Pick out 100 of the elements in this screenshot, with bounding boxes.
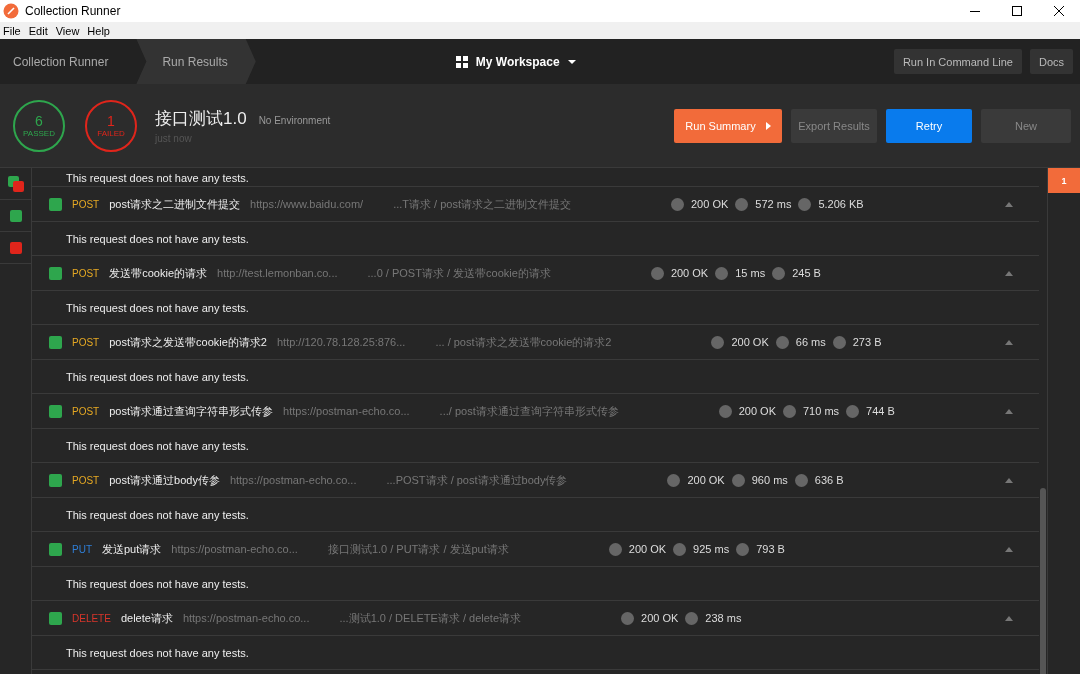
status-dot-icon bbox=[783, 404, 796, 418]
status-dot-icon bbox=[608, 542, 622, 556]
request-name: post请求之二进制文件提交 bbox=[109, 196, 241, 212]
request-url: https://postman-echo.co... bbox=[182, 612, 310, 624]
test-message: This request does not have any tests. bbox=[32, 636, 1039, 670]
request-name: delete请求 bbox=[120, 610, 173, 626]
failed-label: FAILED bbox=[97, 128, 125, 138]
request-method: POST bbox=[72, 474, 100, 486]
status-dot-icon bbox=[650, 266, 664, 280]
request-path: 接口测试1.0 / PUT请求 / 发送put请求 bbox=[327, 541, 509, 557]
test-message: This request does not have any tests. bbox=[32, 360, 1039, 394]
status-code: 200 OK bbox=[641, 612, 679, 624]
request-method: POST bbox=[72, 336, 100, 348]
passed-label: PASSED bbox=[23, 128, 55, 138]
request-path: ... / post请求之发送带cookie的请求2 bbox=[435, 334, 612, 350]
request-name: post请求通过查询字符串形式传参 bbox=[109, 403, 274, 419]
test-message: This request does not have any tests. bbox=[32, 498, 1039, 532]
test-message: This request does not have any tests. bbox=[32, 429, 1039, 463]
test-message: This request does not have any tests. bbox=[32, 222, 1039, 256]
request-method: POST bbox=[72, 267, 100, 279]
status-code: 200 OK bbox=[691, 198, 729, 210]
response-size: 636 B bbox=[814, 474, 844, 486]
menu-item[interactable]: Help bbox=[84, 24, 115, 37]
status-dot-icon bbox=[718, 404, 732, 418]
status-code: 200 OK bbox=[687, 474, 725, 486]
request-path: ...T请求 / post请求之二进制文件提交 bbox=[393, 196, 571, 212]
request-url: https://postman-echo.co... bbox=[229, 474, 357, 486]
status-code: 200 OK bbox=[738, 405, 776, 417]
response-time: 15 ms bbox=[735, 267, 766, 279]
status-dot-icon bbox=[846, 404, 860, 418]
status-dot-icon bbox=[715, 266, 729, 280]
response-time: 925 ms bbox=[693, 543, 730, 555]
request-method: DELETE bbox=[72, 612, 111, 624]
collapse-icon[interactable] bbox=[1005, 201, 1013, 207]
request-name: 发送put请求 bbox=[102, 541, 162, 557]
maximize-icon[interactable] bbox=[1012, 6, 1022, 16]
caret-icon bbox=[567, 59, 576, 64]
request-url: https://postman-echo.co... bbox=[283, 405, 410, 417]
collapse-icon[interactable] bbox=[1005, 339, 1013, 345]
status-dot-icon bbox=[775, 335, 789, 349]
request-method: PUT bbox=[72, 543, 92, 555]
collapse-icon[interactable] bbox=[1005, 408, 1013, 414]
collection-title: 接口测试1.0 bbox=[155, 108, 247, 130]
menu-item[interactable]: Edit bbox=[25, 24, 53, 37]
status-dot-icon bbox=[621, 611, 635, 625]
breadcrumb-tab[interactable]: Run Results bbox=[136, 39, 256, 84]
request-name: post请求通过body传参 bbox=[109, 472, 220, 488]
request-url: http://test.lemonban.co... bbox=[217, 267, 338, 279]
response-size: 273 B bbox=[852, 336, 882, 348]
request-name: post请求之发送带cookie的请求2 bbox=[109, 334, 267, 350]
close-icon[interactable] bbox=[1054, 6, 1064, 16]
status-code: 200 OK bbox=[731, 336, 769, 348]
response-time: 710 ms bbox=[803, 405, 840, 417]
app-logo-icon bbox=[3, 3, 19, 19]
menu-item[interactable]: File bbox=[0, 24, 26, 37]
collapse-icon[interactable] bbox=[1005, 546, 1013, 552]
response-time: 572 ms bbox=[755, 198, 792, 210]
passed-count: 6 bbox=[35, 113, 43, 129]
status-dot-icon bbox=[798, 197, 812, 211]
request-path: ...POST请求 / post请求通过body传参 bbox=[386, 472, 568, 488]
response-time: 960 ms bbox=[751, 474, 788, 486]
status-dot-icon bbox=[772, 266, 786, 280]
request-path: ...0 / POST请求 / 发送带cookie的请求 bbox=[367, 265, 551, 281]
response-size: 744 B bbox=[866, 405, 895, 417]
test-message: This request does not have any tests. bbox=[32, 168, 1039, 187]
request-method: POST bbox=[72, 198, 100, 210]
collapse-icon[interactable] bbox=[1005, 270, 1013, 276]
test-message: This request does not have any tests. bbox=[32, 291, 1039, 325]
scrollbar-thumb[interactable] bbox=[1040, 488, 1046, 674]
status-dot-icon bbox=[667, 473, 681, 487]
response-size: 245 B bbox=[792, 267, 821, 279]
status-dot-icon bbox=[673, 542, 687, 556]
status-code: 200 OK bbox=[628, 543, 667, 555]
grid-icon bbox=[455, 55, 468, 68]
environment-label: No Environment bbox=[258, 115, 331, 126]
status-dot-icon bbox=[685, 611, 699, 625]
response-size: 793 B bbox=[756, 543, 785, 555]
iteration-status-icon[interactable] bbox=[7, 175, 24, 192]
caret-icon bbox=[765, 121, 771, 130]
status-code: 200 OK bbox=[670, 267, 709, 279]
request-path: .../ post请求通过查询字符串形式传参 bbox=[439, 403, 619, 419]
response-time: 66 ms bbox=[795, 336, 826, 348]
request-path: ...测试1.0 / DELETE请求 / delete请求 bbox=[339, 610, 522, 626]
workspace-switcher[interactable]: My Workspace bbox=[455, 39, 576, 84]
request-method: POST bbox=[72, 405, 100, 417]
request-url: https://postman-echo.co... bbox=[171, 543, 298, 555]
response-time: 238 ms bbox=[705, 612, 742, 624]
nav-button[interactable]: Docs bbox=[1029, 49, 1073, 74]
status-dot-icon bbox=[794, 473, 808, 487]
iteration-status-icon[interactable] bbox=[7, 239, 24, 256]
breadcrumb-tab[interactable]: Collection Runner bbox=[0, 39, 137, 84]
request-name: 发送带cookie的请求 bbox=[109, 265, 208, 281]
status-dot-icon bbox=[671, 197, 684, 211]
nav-button[interactable]: Run In Command Line bbox=[893, 49, 1022, 74]
collapse-icon[interactable] bbox=[1005, 615, 1013, 621]
collapse-icon[interactable] bbox=[1005, 477, 1013, 483]
action-button[interactable]: Retry bbox=[886, 108, 972, 143]
iteration-status-icon[interactable] bbox=[7, 207, 24, 224]
status-dot-icon bbox=[735, 197, 749, 211]
menu-item[interactable]: View bbox=[52, 24, 85, 37]
